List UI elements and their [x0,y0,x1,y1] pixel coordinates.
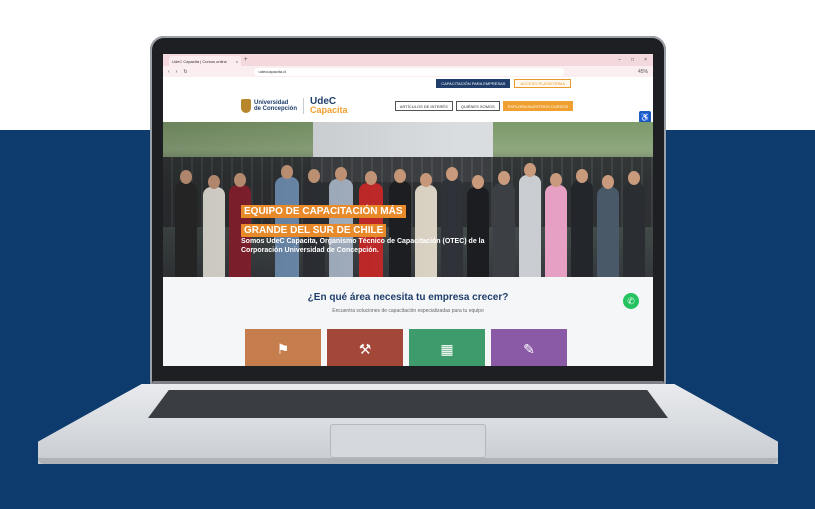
nav-articulos[interactable]: ARTÍCULOS DE INTERÉS [394,101,453,111]
new-tab-icon[interactable]: + [244,57,248,63]
logo-line-2: de Concepción [254,106,298,112]
section-title: ¿En qué área necesita tu empresa crecer? [307,292,509,303]
laptop-trackpad [330,424,486,458]
section-subtitle: Encuentra soluciones de capacitación esp… [332,308,484,314]
laptop-base-lip [38,458,778,464]
nav-explora-cursos[interactable]: EXPLORA NUESTROS CURSOS [502,101,573,111]
logo-divider [303,98,305,114]
tab-title: UdeC Capacita | Cursos online [172,58,227,64]
website: CAPACITACIÓN PARA EMPRESAS ACCESO PLATAF… [163,77,653,366]
site-header: Universidad de Concepción UdeC Capacita … [163,90,653,122]
window-controls: – □ × [618,57,653,63]
reload-icon[interactable]: ↻ [183,69,187,75]
minimize-icon[interactable]: – [618,57,621,63]
zoom-level[interactable]: 45% [638,69,648,75]
hero-headline-line-1: EQUIPO DE CAPACITACIÓN MÁS [241,205,406,218]
back-icon[interactable]: ‹ [168,69,170,75]
capacita-logo[interactable]: UdeC Capacita [310,97,348,115]
shield-icon [241,99,251,113]
close-window-icon[interactable]: × [644,57,647,63]
forward-icon[interactable]: › [176,69,178,75]
browser-tabbar: UdeC Capacita | Cursos online × + – □ × [163,54,653,66]
top-strip: CAPACITACIÓN PARA EMPRESAS ACCESO PLATAF… [163,77,653,90]
maximize-icon[interactable]: □ [631,57,634,63]
address-bar[interactable]: udeccapacita.cl [253,67,564,76]
hero-headline-line-2: GRANDE DEL SUR DE CHILE [241,224,387,237]
hero-subtitle: Somos UdeC Capacita, Organismo Técnico d… [241,238,485,254]
hero-banner: EQUIPO DE CAPACITACIÓN MÁS GRANDE DEL SU… [163,122,653,277]
area-card-2[interactable]: ⚒ [327,329,403,366]
area-card-4[interactable]: ✎ [491,329,567,366]
toolbar-icons: 45% [638,69,648,75]
udec-logo[interactable]: Universidad de Concepción [241,99,297,113]
close-tab-icon[interactable]: × [236,59,238,64]
nav-quienes-somos[interactable]: QUIÉNES SOMOS [455,101,500,111]
laptop-screen: UdeC Capacita | Cursos online × + – □ × … [163,54,653,366]
main-nav: ARTÍCULOS DE INTERÉS QUIÉNES SOMOS EXPLO… [394,101,573,111]
area-card-1[interactable]: ⚑ [245,329,321,366]
browser-tab[interactable]: UdeC Capacita | Cursos online × [169,56,241,66]
area-card-3[interactable]: ▦ [409,329,485,366]
capacita-logo-line-2: Capacita [310,105,348,115]
laptop-keyboard [148,390,668,418]
empresas-button[interactable]: CAPACITACIÓN PARA EMPRESAS [436,79,511,88]
plataforma-button[interactable]: ACCESO PLATAFORMA [514,79,571,88]
url-text: udeccapacita.cl [258,69,287,74]
browser-toolbar: ‹ › ↻ udeccapacita.cl 45% [163,66,653,77]
area-cards: ⚑ ⚒ ▦ ✎ [245,329,567,366]
hero-headline: EQUIPO DE CAPACITACIÓN MÁS GRANDE DEL SU… [241,201,406,239]
whatsapp-icon[interactable]: ✆ [623,293,639,309]
